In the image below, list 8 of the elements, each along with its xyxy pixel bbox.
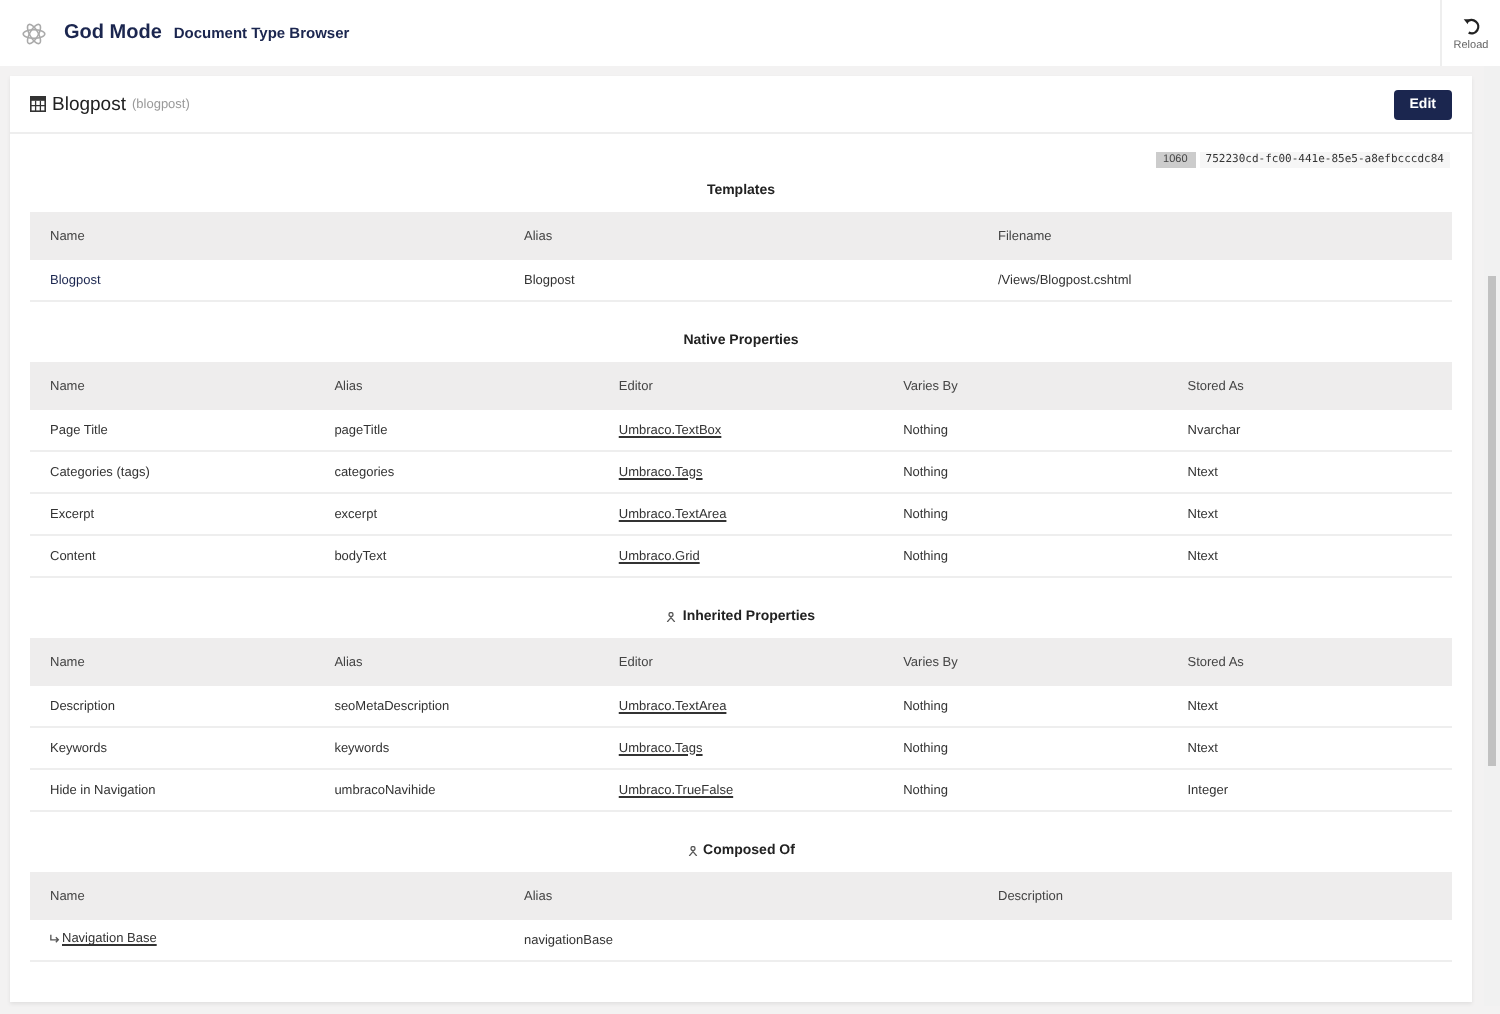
- app-title: God Mode: [64, 22, 162, 44]
- document-name: Blogpost: [52, 93, 126, 115]
- table-icon: [30, 96, 46, 112]
- link-icon: [50, 934, 60, 944]
- person-icon: [666, 611, 677, 621]
- atom-icon: [22, 21, 46, 45]
- person-icon: [687, 845, 698, 855]
- reload-icon: [1461, 15, 1481, 35]
